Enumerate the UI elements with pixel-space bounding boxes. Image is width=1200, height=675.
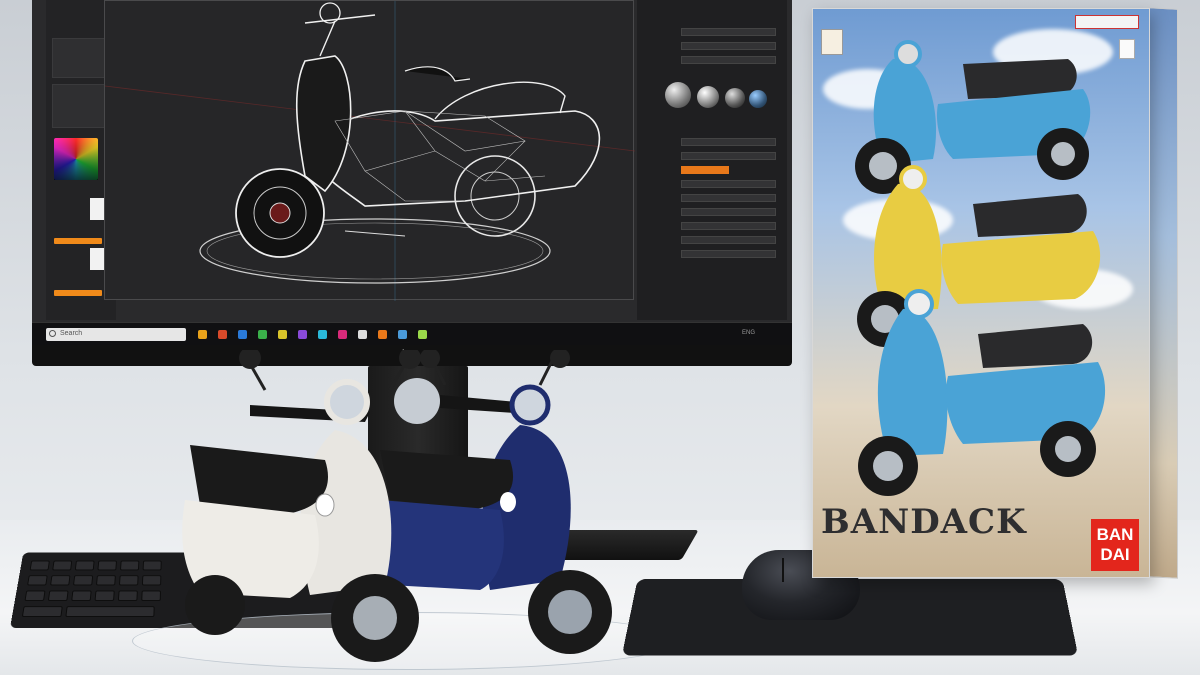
material-preview-sphere[interactable] — [697, 86, 719, 108]
3d-viewport[interactable] — [104, 0, 635, 301]
app-icon[interactable] — [238, 330, 247, 339]
keyboard-key[interactable] — [71, 590, 92, 601]
keyboard-key[interactable] — [73, 575, 94, 586]
app-icon[interactable] — [258, 330, 267, 339]
monitor: Search ENG b — [32, 0, 792, 366]
app-icon[interactable] — [418, 330, 427, 339]
property-row[interactable] — [681, 28, 776, 36]
taskbar-search-box[interactable]: Search — [46, 328, 186, 341]
panel-thumbnail[interactable] — [52, 84, 110, 128]
keyboard-key[interactable] — [52, 560, 73, 571]
box-title: BANDACK — [821, 502, 1027, 542]
properties-panel — [637, 0, 787, 320]
app-icon[interactable] — [338, 330, 347, 339]
desk-scene: Search ENG b — [0, 0, 1200, 675]
keyboard-key[interactable] — [29, 560, 50, 571]
color-picker[interactable] — [54, 138, 98, 180]
app-icon[interactable] — [278, 330, 287, 339]
keyboard-key[interactable] — [24, 590, 46, 601]
app-icon[interactable] — [298, 330, 307, 339]
property-row[interactable] — [681, 222, 776, 230]
keyboard-key[interactable] — [118, 575, 139, 586]
property-row[interactable] — [681, 208, 776, 216]
age-badge — [821, 29, 843, 55]
keyboard-key[interactable] — [47, 590, 69, 601]
warning-badge — [1119, 39, 1135, 59]
property-row[interactable] — [681, 138, 776, 146]
white-scooter-model — [182, 350, 421, 662]
app-icon[interactable] — [318, 330, 327, 339]
keyboard-key[interactable] — [117, 590, 138, 601]
bandai-logo-line2: DAI — [1100, 545, 1130, 564]
material-preview-sphere[interactable] — [725, 88, 745, 108]
app-icon[interactable] — [198, 330, 207, 339]
keyboard-key[interactable] — [74, 560, 95, 571]
keyboard-key[interactable] — [21, 606, 63, 617]
property-row[interactable] — [681, 236, 776, 244]
keyboard-key[interactable] — [120, 560, 140, 571]
keyboard-spacebar[interactable] — [65, 606, 155, 617]
search-icon — [49, 330, 56, 337]
property-row[interactable] — [681, 180, 776, 188]
keyboard-key[interactable] — [141, 590, 161, 601]
bandai-logo-line1: BAN — [1096, 525, 1134, 544]
property-row[interactable] — [681, 152, 776, 160]
material-preview-sphere[interactable] — [749, 90, 767, 108]
property-row[interactable] — [681, 42, 776, 50]
property-row-active[interactable] — [681, 166, 729, 174]
keyboard-key[interactable] — [141, 575, 162, 586]
keyboard-key[interactable] — [27, 575, 48, 586]
box-scooter-blue-bottom — [858, 289, 1106, 496]
opacity-slider[interactable] — [54, 290, 102, 296]
keyboard-key[interactable] — [94, 590, 115, 601]
bandai-logo: BAN DAI — [1091, 519, 1139, 571]
app-icon[interactable] — [218, 330, 227, 339]
keyboard-key[interactable] — [50, 575, 71, 586]
taskbar-search-placeholder: Search — [60, 330, 83, 337]
property-row[interactable] — [681, 250, 776, 258]
taskbar-tray-text: ENG — [742, 330, 756, 336]
keyboard-key[interactable] — [96, 575, 116, 586]
app-icon[interactable] — [398, 330, 407, 339]
material-preview-sphere[interactable] — [665, 82, 691, 108]
property-row[interactable] — [681, 194, 776, 202]
product-box-side — [1148, 7, 1178, 579]
app-icon[interactable] — [358, 330, 367, 339]
keyboard-key[interactable] — [142, 560, 162, 571]
os-taskbar: Search ENG — [32, 322, 792, 345]
wireframe-scooter-model — [105, 1, 635, 301]
app-icon[interactable] — [378, 330, 387, 339]
panel-thumbnail[interactable] — [52, 38, 110, 78]
product-box: BANDACK BAN DAI — [812, 8, 1150, 578]
brush-slider[interactable] — [54, 238, 102, 244]
property-row[interactable] — [681, 56, 776, 64]
monitor-screen: Search ENG — [32, 0, 792, 345]
keyboard-key[interactable] — [97, 560, 117, 571]
